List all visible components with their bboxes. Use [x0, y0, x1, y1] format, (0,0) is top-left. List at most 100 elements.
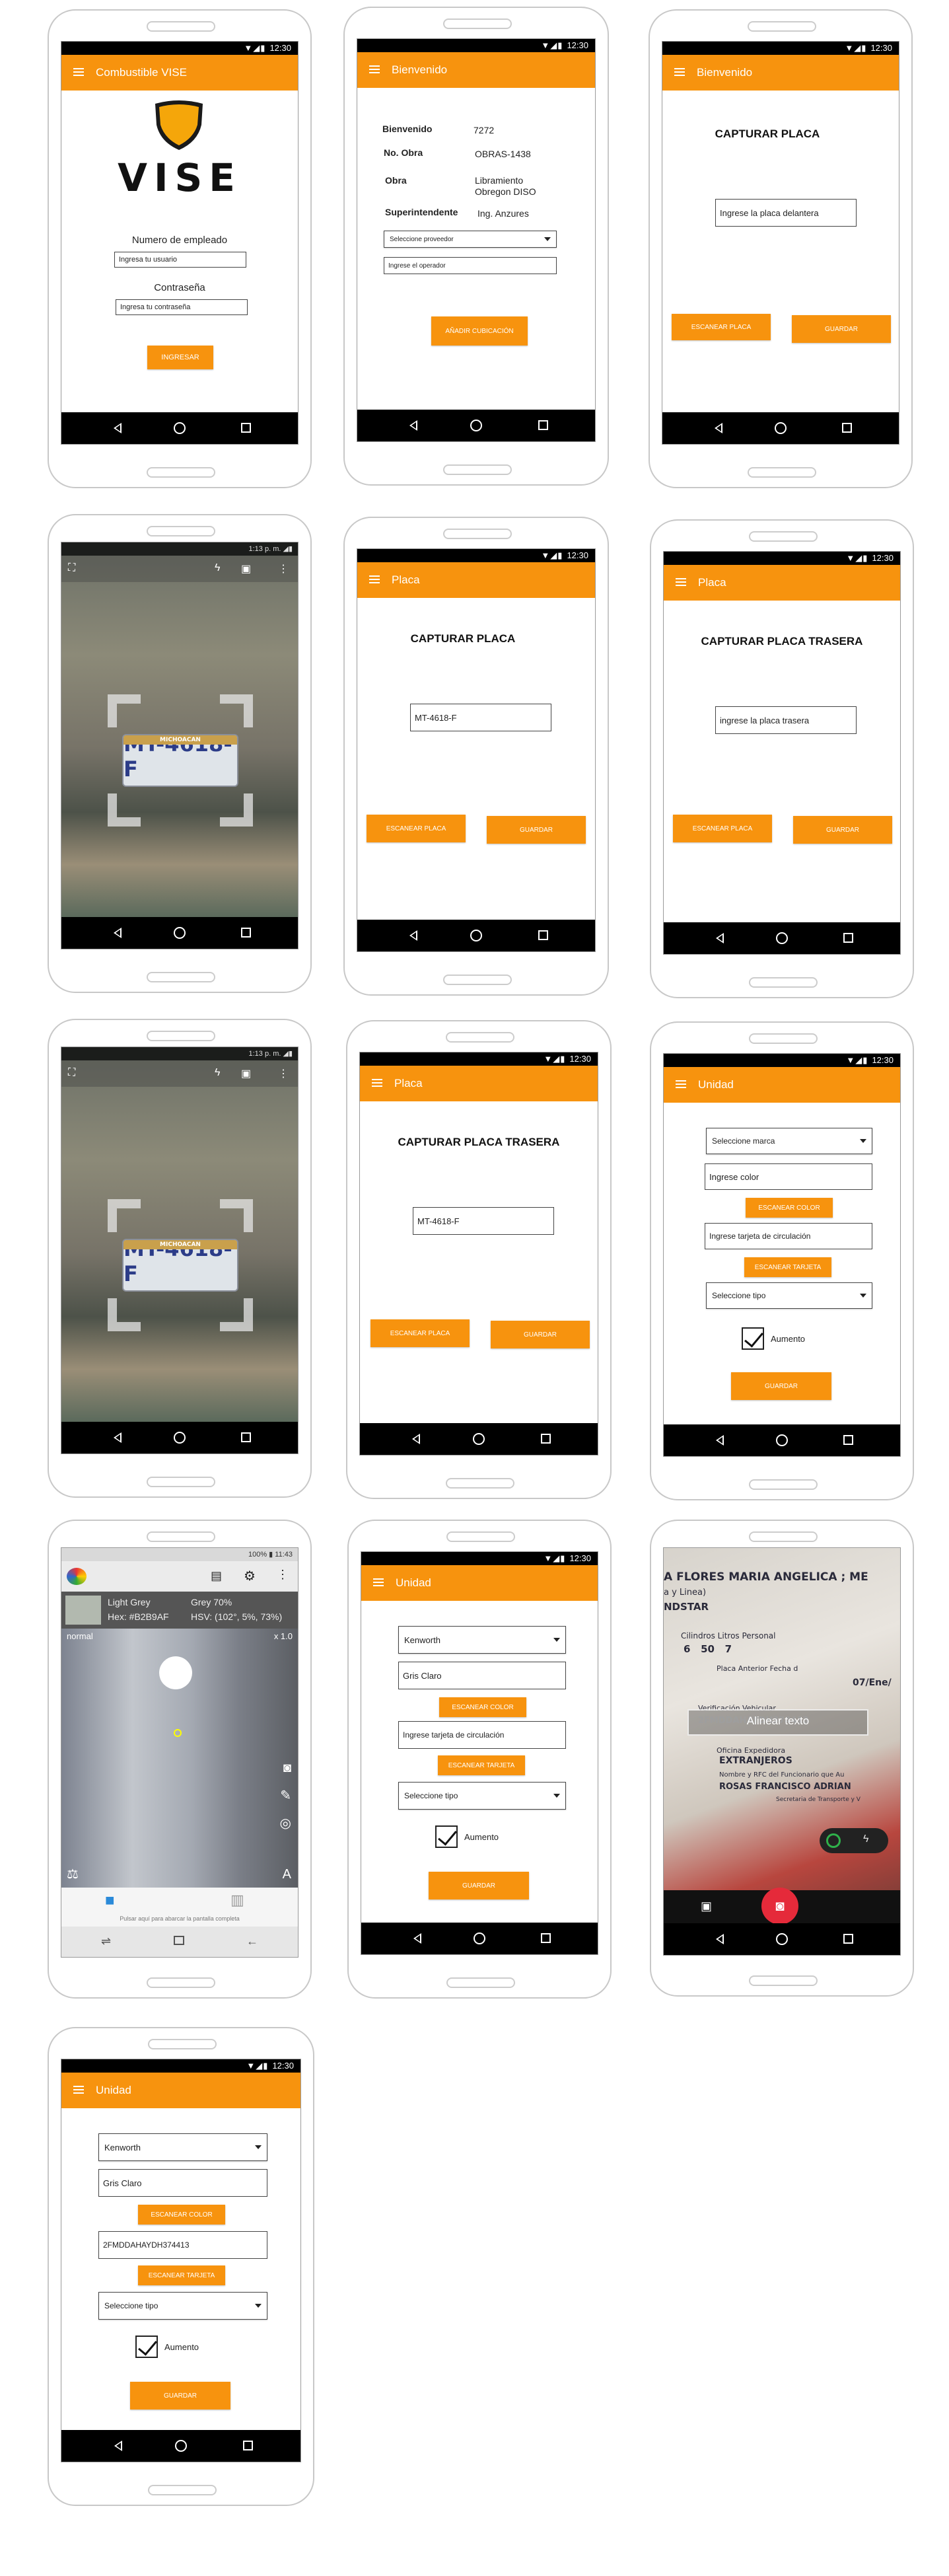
- more-options-icon[interactable]: ⋮: [278, 562, 289, 575]
- provider-select[interactable]: Seleccione proveedor: [384, 231, 557, 248]
- add-cubication-button[interactable]: AÑADIR CUBICACIÓN: [431, 316, 528, 346]
- more-options-icon[interactable]: ⋮: [277, 1568, 289, 1582]
- recent-apps-square-icon[interactable]: [540, 1434, 551, 1444]
- camera-switch-icon[interactable]: ◙: [283, 1761, 291, 1776]
- home-square-icon[interactable]: [174, 1936, 184, 1945]
- recent-apps-square-icon[interactable]: [843, 1435, 854, 1445]
- rear-plate-input[interactable]: ingrese la placa trasera: [715, 706, 857, 734]
- scan-card-button[interactable]: ESCANEAR TARJETA: [438, 1755, 525, 1775]
- color-input[interactable]: Gris Claro: [98, 2169, 267, 2197]
- recent-apps-square-icon[interactable]: [541, 1933, 551, 1943]
- recent-apps-square-icon[interactable]: [843, 933, 854, 943]
- fullscreen-icon[interactable]: ⛶: [68, 1067, 75, 1079]
- color-input[interactable]: Ingrese color: [705, 1163, 872, 1190]
- hamburger-menu-icon[interactable]: [676, 1080, 686, 1088]
- home-circle-icon[interactable]: [474, 1932, 485, 1944]
- recent-apps-square-icon[interactable]: [538, 930, 548, 940]
- login-button[interactable]: INGRESAR: [147, 346, 213, 369]
- ocr-toggle-icon[interactable]: ϟ: [820, 1828, 888, 1853]
- flash-icon[interactable]: ϟ: [215, 562, 220, 574]
- scan-color-button[interactable]: ESCANEAR COLOR: [138, 2205, 225, 2225]
- back-triangle-icon[interactable]: [412, 1434, 421, 1444]
- recent-apps-square-icon[interactable]: [241, 423, 252, 433]
- scan-plate-button[interactable]: ESCANEAR PLACA: [367, 815, 466, 842]
- home-circle-icon[interactable]: [776, 1434, 788, 1446]
- operator-input[interactable]: Ingrese el operador: [384, 257, 557, 274]
- hamburger-menu-icon[interactable]: [373, 1578, 384, 1586]
- settings-gear-icon[interactable]: ⚙: [244, 1568, 256, 1584]
- color-input[interactable]: Gris Claro: [398, 1662, 566, 1689]
- aumento-checkbox[interactable]: [435, 1825, 458, 1848]
- type-select[interactable]: Seleccione tipo: [398, 1782, 566, 1810]
- save-button[interactable]: GUARDAR: [487, 816, 586, 844]
- hamburger-menu-icon[interactable]: [674, 68, 685, 76]
- type-select[interactable]: Seleccione tipo: [706, 1282, 872, 1309]
- scan-plate-button[interactable]: ESCANEAR PLACA: [672, 314, 771, 340]
- type-select[interactable]: Seleccione tipo: [98, 2292, 267, 2320]
- save-button[interactable]: GUARDAR: [792, 315, 891, 343]
- rear-plate-input[interactable]: MT-4618-F: [413, 1207, 554, 1235]
- password-input[interactable]: Ingresa tu contraseña: [116, 299, 248, 315]
- back-triangle-icon[interactable]: [409, 930, 418, 941]
- back-triangle-icon[interactable]: [114, 2441, 122, 2451]
- scan-card-button[interactable]: ESCANEAR TARJETA: [138, 2265, 225, 2285]
- camera-viewfinder[interactable]: 1:13 p. m. ◢▮ ⛶ ϟ ▣ ⋮ MICHOACAN MT-4618-…: [61, 542, 298, 917]
- home-circle-icon[interactable]: [776, 1933, 788, 1945]
- recent-apps-icon[interactable]: ⇌: [101, 1934, 111, 1948]
- hamburger-menu-icon[interactable]: [676, 578, 686, 586]
- back-triangle-icon[interactable]: [715, 933, 724, 943]
- import-icon[interactable]: ▥: [230, 1892, 244, 1909]
- home-circle-icon[interactable]: [470, 420, 482, 431]
- flash-off-icon[interactable]: ϟ: [863, 1833, 868, 1845]
- color-camera-view[interactable]: normal x 1.0 ◙ ✎ ◎ ⚖ A: [61, 1629, 298, 1888]
- gallery-icon[interactable]: ▣: [241, 562, 251, 575]
- camera-icon[interactable]: ■: [105, 1892, 115, 1910]
- chat-icon[interactable]: ▤: [211, 1569, 222, 1583]
- text-tool-icon[interactable]: A: [283, 1867, 291, 1882]
- flash-icon[interactable]: ϟ: [215, 1067, 220, 1079]
- more-options-icon[interactable]: ⋮: [278, 1067, 289, 1080]
- palette-icon[interactable]: [159, 1656, 192, 1689]
- aumento-checkbox[interactable]: [742, 1327, 764, 1350]
- home-circle-icon[interactable]: [175, 2440, 187, 2452]
- home-circle-icon[interactable]: [470, 930, 482, 941]
- employee-input[interactable]: Ingresa tu usuario: [114, 252, 246, 268]
- save-button[interactable]: GUARDAR: [793, 816, 892, 844]
- circulation-card-input[interactable]: Ingrese tarjeta de circulación: [705, 1223, 872, 1249]
- save-button[interactable]: GUARDAR: [491, 1321, 590, 1348]
- target-icon[interactable]: ◎: [280, 1815, 291, 1831]
- recent-apps-square-icon[interactable]: [241, 1432, 252, 1442]
- home-circle-icon[interactable]: [775, 422, 787, 434]
- balance-icon[interactable]: ⚖: [67, 1866, 79, 1882]
- back-triangle-icon[interactable]: [113, 928, 122, 938]
- recent-apps-square-icon[interactable]: [538, 420, 548, 430]
- scan-plate-button[interactable]: ESCANEAR PLACA: [673, 815, 772, 842]
- recent-apps-square-icon[interactable]: [842, 423, 853, 433]
- recent-apps-square-icon[interactable]: [243, 2441, 254, 2450]
- back-triangle-icon[interactable]: [715, 1435, 724, 1446]
- scan-color-button[interactable]: ESCANEAR COLOR: [439, 1697, 526, 1717]
- home-circle-icon[interactable]: [473, 1433, 485, 1445]
- circulation-card-input[interactable]: 2FMDDAHAYDH374413: [98, 2231, 267, 2259]
- aumento-checkbox[interactable]: [135, 2336, 158, 2358]
- hamburger-menu-icon[interactable]: [73, 68, 84, 76]
- home-circle-icon[interactable]: [174, 422, 186, 434]
- scan-color-button[interactable]: ESCANEAR COLOR: [746, 1198, 833, 1218]
- fullscreen-icon[interactable]: ⛶: [68, 562, 75, 574]
- hamburger-menu-icon[interactable]: [372, 1079, 382, 1087]
- save-button[interactable]: GUARDAR: [130, 2382, 230, 2410]
- recent-apps-square-icon[interactable]: [843, 1934, 854, 1944]
- hamburger-menu-icon[interactable]: [369, 575, 380, 583]
- back-arrow-icon[interactable]: ←: [246, 1934, 258, 1948]
- back-triangle-icon[interactable]: [113, 423, 122, 433]
- recent-apps-square-icon[interactable]: [241, 928, 252, 938]
- front-plate-input[interactable]: MT-4618-F: [410, 704, 551, 731]
- camera-viewfinder[interactable]: 1:13 p. m. ◢▮ ⛶ ϟ ▣ ⋮ MICHOACAN MT-4618-…: [61, 1047, 298, 1422]
- home-circle-icon[interactable]: [776, 932, 788, 944]
- brand-select[interactable]: Kenworth: [398, 1626, 566, 1654]
- back-triangle-icon[interactable]: [715, 1934, 724, 1944]
- brand-select[interactable]: Seleccione marca: [706, 1128, 872, 1154]
- circulation-card-input[interactable]: Ingrese tarjeta de circulación: [398, 1721, 566, 1749]
- scan-plate-button[interactable]: ESCANEAR PLACA: [370, 1319, 470, 1347]
- gallery-icon[interactable]: ▣: [241, 1067, 251, 1080]
